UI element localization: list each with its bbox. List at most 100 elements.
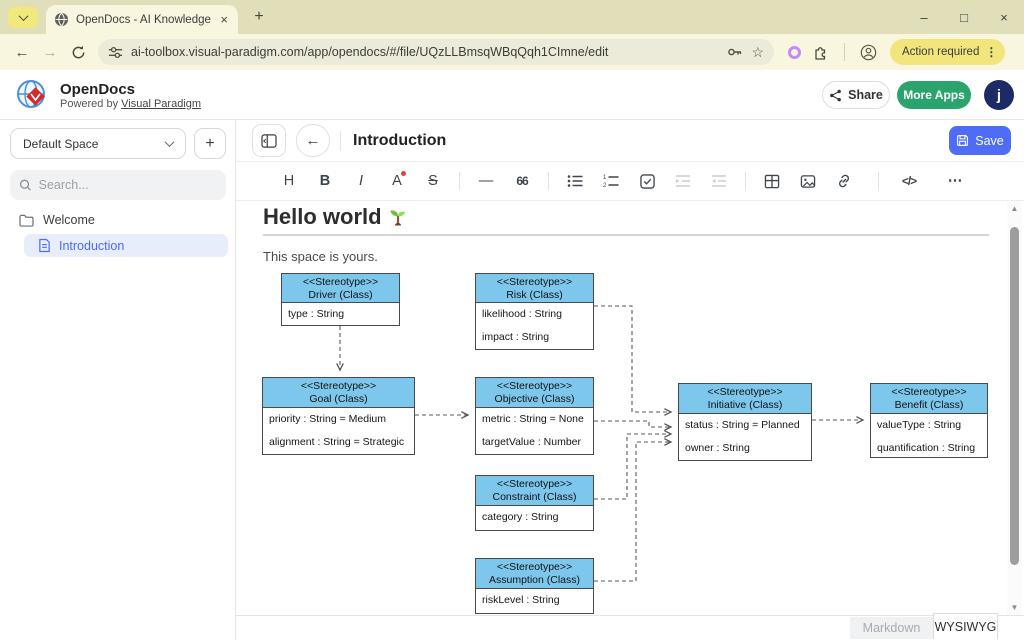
class-risk: <<Stereotype>>Risk (Class) likelihood : …	[475, 273, 594, 350]
scroll-up-icon[interactable]: ▲	[1007, 204, 1022, 213]
sidebar-item-welcome[interactable]: Welcome	[0, 208, 236, 232]
visual-paradigm-link[interactable]: Visual Paradigm	[121, 98, 201, 110]
connector-constraint-initiative	[594, 434, 671, 499]
more-apps-button[interactable]: More Apps	[897, 81, 971, 109]
forward-icon[interactable]: →	[36, 38, 64, 66]
window-close-button[interactable]: ×	[984, 0, 1024, 34]
share-label: Share	[848, 88, 883, 102]
heading-icon[interactable]: H	[279, 169, 299, 193]
italic-icon[interactable]: I	[351, 169, 371, 193]
task-list-icon[interactable]	[637, 169, 657, 193]
app-header: OpenDocs Powered by Visual Paradigm Shar…	[0, 70, 1024, 120]
space-selector[interactable]: Default Space	[10, 128, 186, 159]
password-key-icon[interactable]	[727, 44, 743, 60]
url-text[interactable]: ai-toolbox.visual-paradigm.com/app/opend…	[131, 45, 719, 59]
bold-icon[interactable]: B	[315, 169, 335, 193]
code-icon[interactable]: </>	[895, 169, 923, 193]
panel-left-icon	[261, 134, 277, 148]
opendocs-logo-icon	[14, 77, 50, 113]
sidebar-item-introduction[interactable]: Introduction	[24, 234, 228, 257]
main-panel: ← Introduction Save H B I A S — 66 12	[236, 120, 1024, 640]
search-box[interactable]	[10, 170, 226, 200]
browser-tab[interactable]: OpenDocs - AI Knowledge Base ×	[46, 5, 238, 34]
sidebar-tree: Welcome Introduction	[0, 208, 236, 257]
document-area[interactable]: Hello world This space is yours.	[237, 201, 1006, 615]
browser-tabstrip: OpenDocs - AI Knowledge Base × + – □ ×	[0, 0, 1024, 34]
extension-ring-icon[interactable]	[788, 46, 801, 59]
url-bar[interactable]: ai-toolbox.visual-paradigm.com/app/opend…	[98, 39, 774, 65]
add-space-button[interactable]: +	[194, 128, 226, 159]
search-input[interactable]	[39, 178, 217, 192]
indent-icon[interactable]	[673, 169, 693, 193]
toggle-sidebar-button[interactable]	[252, 124, 286, 157]
sidebar: Default Space + Welcome Introduction	[0, 120, 236, 640]
svg-text:1: 1	[603, 175, 607, 181]
back-button[interactable]: ←	[296, 124, 330, 157]
toolbar-divider	[844, 43, 845, 61]
link-icon[interactable]	[834, 169, 854, 193]
new-tab-button[interactable]: +	[248, 8, 270, 26]
site-settings-icon[interactable]	[108, 45, 123, 60]
space-selector-value: Default Space	[23, 137, 166, 151]
connector-risk-initiative	[594, 306, 671, 412]
red-dot	[401, 171, 406, 176]
text-color-icon[interactable]: A	[387, 169, 407, 193]
avatar[interactable]: j	[984, 80, 1014, 110]
table-icon[interactable]	[762, 169, 782, 193]
mode-markdown-button[interactable]: Markdown	[850, 617, 933, 639]
numbered-list-icon[interactable]: 12	[601, 169, 621, 193]
scroll-down-icon[interactable]: ▼	[1007, 603, 1022, 612]
class-goal: <<Stereotype>>Goal (Class) priority : St…	[262, 377, 415, 455]
save-label: Save	[975, 134, 1004, 148]
globe-favicon-icon	[54, 12, 69, 27]
folder-icon	[19, 214, 34, 227]
chevron-down-icon	[18, 11, 28, 21]
uml-class-diagram[interactable]: <<Stereotype>>Driver (Class) type : Stri…	[237, 201, 1006, 615]
tree-item-label: Introduction	[59, 239, 124, 253]
window-maximize-button[interactable]: □	[944, 0, 984, 34]
action-required-button[interactable]: Action required ⋮	[890, 39, 1005, 65]
mode-wysiwyg-button[interactable]: WYSIWYG	[933, 613, 998, 639]
action-required-label: Action required	[902, 46, 979, 58]
tab-title: OpenDocs - AI Knowledge Base	[76, 14, 211, 26]
class-assumption: <<Stereotype>>Assumption (Class) riskLev…	[475, 558, 594, 614]
toolbar-separator	[548, 172, 549, 190]
bookmark-star-icon[interactable]: ☆	[751, 44, 764, 61]
editor-footer: Markdown WYSIWYG	[236, 615, 1024, 640]
browser-toolbar: ← → ai-toolbox.visual-paradigm.com/app/o…	[0, 34, 1024, 70]
folder-label: Welcome	[43, 213, 95, 227]
bullet-list-icon[interactable]	[565, 169, 585, 193]
blockquote-icon[interactable]: 66	[512, 169, 532, 193]
profile-icon[interactable]	[854, 38, 882, 66]
tab-close-icon[interactable]: ×	[218, 12, 230, 27]
page-title: Introduction	[353, 132, 446, 150]
class-benefit: <<Stereotype>>Benefit (Class) valueType …	[870, 383, 988, 458]
search-icon	[19, 178, 32, 192]
save-button[interactable]: Save	[949, 126, 1011, 155]
strikethrough-icon[interactable]: S	[423, 169, 443, 193]
toolbar-separator	[878, 172, 879, 190]
scrollbar-thumb[interactable]	[1010, 227, 1019, 565]
outdent-icon[interactable]	[709, 169, 729, 193]
extensions-puzzle-icon[interactable]	[807, 38, 835, 66]
window-minimize-button[interactable]: –	[904, 0, 944, 34]
more-options-icon[interactable]: ⋯	[945, 169, 965, 193]
reload-icon[interactable]	[64, 38, 92, 66]
app-name: OpenDocs	[60, 81, 201, 98]
share-button[interactable]: Share	[822, 81, 890, 109]
svg-text:2: 2	[603, 183, 607, 188]
toolbar-separator	[459, 172, 460, 190]
back-icon[interactable]: ←	[8, 38, 36, 66]
chevron-down-icon	[165, 137, 175, 147]
powered-by: Powered by Visual Paradigm	[60, 98, 201, 110]
connector-objective-initiative	[594, 421, 671, 427]
doc-header: ← Introduction Save	[236, 120, 1024, 162]
horizontal-rule-icon[interactable]: —	[476, 169, 496, 193]
save-icon	[956, 134, 969, 147]
reload-arc-icon	[71, 45, 86, 60]
vertical-scrollbar[interactable]: ▲ ▼	[1007, 201, 1022, 615]
tab-search-button[interactable]	[8, 7, 38, 28]
image-icon[interactable]	[798, 169, 818, 193]
editor-toolbar: H B I A S — 66 12	[236, 162, 1024, 201]
browser-menu-icon[interactable]: ⋮	[985, 45, 997, 59]
